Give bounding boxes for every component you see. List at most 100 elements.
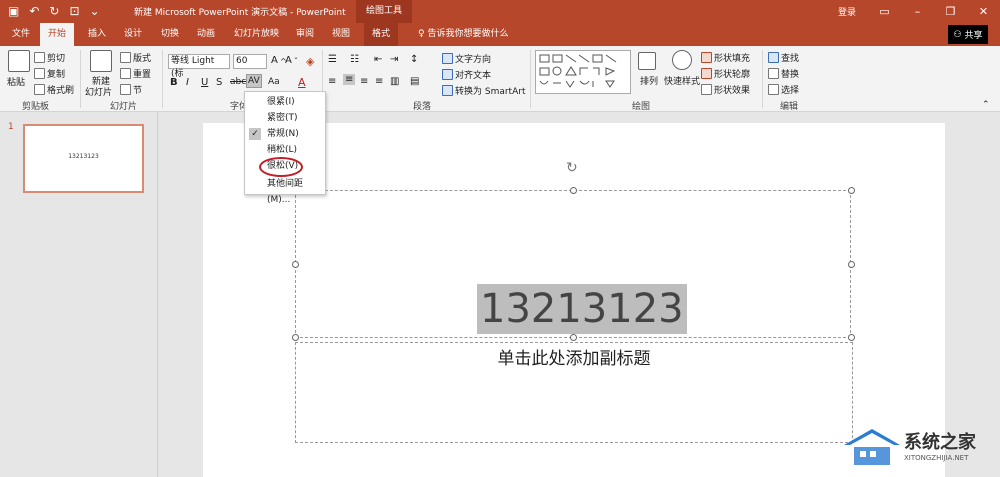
align-text-icon xyxy=(442,69,453,80)
align-center-icon[interactable]: ≡ xyxy=(343,74,356,85)
section-icon xyxy=(120,84,131,95)
slide-title-text[interactable]: 13213123 xyxy=(477,284,687,334)
underline-icon[interactable]: U xyxy=(201,77,208,88)
italic-icon[interactable]: I xyxy=(186,77,189,88)
slide-number: 1 xyxy=(8,122,14,132)
pen-icon xyxy=(701,68,712,79)
format-painter-button[interactable]: 格式刷 xyxy=(34,83,74,96)
restore-icon[interactable]: ❐ xyxy=(934,0,967,23)
tab-file[interactable]: 文件 xyxy=(4,23,38,46)
section-button[interactable]: 节 xyxy=(120,83,142,96)
text-direction-button[interactable]: 文字方向 xyxy=(442,52,491,65)
tab-review[interactable]: 审阅 xyxy=(288,23,322,46)
justify-icon[interactable]: ≡ xyxy=(375,76,383,87)
resize-handle[interactable] xyxy=(848,187,855,194)
quick-styles-button[interactable]: 快速样式 xyxy=(664,74,700,87)
tab-design[interactable]: 设计 xyxy=(116,23,150,46)
window-title: 新建 Microsoft PowerPoint 演示文稿 - PowerPoin… xyxy=(134,8,346,18)
align-right-icon[interactable]: ≡ xyxy=(360,76,368,87)
shrink-font-icon[interactable]: Aˇ xyxy=(285,55,298,66)
tab-format[interactable]: 格式 xyxy=(364,23,399,46)
resize-handle[interactable] xyxy=(570,334,577,341)
font-name-combo[interactable]: 等线 Light (标 xyxy=(168,54,230,79)
tab-transitions[interactable]: 切换 xyxy=(153,23,187,46)
tab-insert[interactable]: 插入 xyxy=(80,23,114,46)
replace-button[interactable]: 替换 xyxy=(768,67,799,80)
bullets-icon[interactable]: ☰ xyxy=(328,54,337,65)
change-case-icon[interactable]: Aa xyxy=(268,77,280,87)
reset-button[interactable]: 重置 xyxy=(120,67,151,80)
new-slide-icon[interactable] xyxy=(90,50,112,72)
collapse-ribbon-icon[interactable]: ⌃ xyxy=(982,100,990,110)
cursor-icon xyxy=(768,84,779,95)
columns-icon[interactable]: ▤ xyxy=(410,76,419,87)
resize-handle[interactable] xyxy=(292,334,299,341)
shape-effects-button[interactable]: 形状效果 xyxy=(701,83,750,96)
distributed-icon[interactable]: ▥ xyxy=(390,76,399,87)
resize-handle[interactable] xyxy=(848,261,855,268)
shapes-gallery[interactable] xyxy=(535,50,631,94)
align-text-button[interactable]: 对齐文本 xyxy=(442,68,491,81)
select-button[interactable]: 选择 xyxy=(768,83,799,96)
rotate-handle-icon[interactable]: ↻ xyxy=(566,160,578,176)
spacing-very-tight[interactable]: 很紧(I) xyxy=(245,94,325,110)
strikethrough-icon[interactable]: abc xyxy=(230,77,246,87)
group-separator xyxy=(80,50,81,108)
redo-icon[interactable]: ↻ xyxy=(49,4,59,18)
arrange-button[interactable]: 排列 xyxy=(640,74,658,87)
shape-fill-button[interactable]: 形状填充 xyxy=(701,51,750,64)
tab-home[interactable]: 开始 xyxy=(40,23,75,46)
replace-icon xyxy=(768,68,779,79)
close-icon[interactable]: ✕ xyxy=(967,0,1000,23)
save-icon[interactable]: ▣ xyxy=(8,4,19,18)
slides-group-label: 幻灯片 xyxy=(110,102,138,112)
share-button[interactable]: ⚇ 共享 xyxy=(948,25,988,44)
slide-thumbnail[interactable]: 13213123 xyxy=(23,124,144,193)
customize-qat-icon[interactable]: ⌄ xyxy=(90,4,100,18)
bold-icon[interactable]: B xyxy=(170,77,178,88)
clear-format-icon[interactable]: ◈ xyxy=(306,55,314,68)
arrange-icon[interactable] xyxy=(638,52,656,70)
increase-indent-icon[interactable]: ⇥ xyxy=(390,54,398,65)
new-slide-label-2[interactable]: 幻灯片 xyxy=(85,85,112,98)
tab-view[interactable]: 视图 xyxy=(324,23,358,46)
spacing-tight[interactable]: 紧密(T) xyxy=(245,110,325,126)
spacing-loose[interactable]: 稍松(L) xyxy=(245,142,325,158)
font-color-icon[interactable]: A xyxy=(298,76,306,89)
house-logo-icon xyxy=(844,429,900,465)
layout-button[interactable]: 版式 xyxy=(120,51,151,64)
tell-me-box[interactable]: ♀ 告诉我你想要做什么 xyxy=(410,23,516,46)
decrease-indent-icon[interactable]: ⇤ xyxy=(374,54,382,65)
shape-outline-label: 形状轮廓 xyxy=(714,70,751,80)
shadow-icon[interactable]: S xyxy=(216,77,222,88)
ribbon-display-icon[interactable]: ▭ xyxy=(868,0,901,23)
presentation-icon[interactable]: ⊡ xyxy=(69,4,79,18)
spacing-normal[interactable]: ✓ 常规(N) xyxy=(245,126,325,142)
cut-button[interactable]: 剪切 xyxy=(34,51,65,64)
copy-button[interactable]: 复制 xyxy=(34,67,65,80)
slide-subtitle-text[interactable]: 单击此处添加副标题 xyxy=(295,344,853,369)
signin-link[interactable]: 登录 xyxy=(838,5,856,18)
undo-icon[interactable]: ↶ xyxy=(29,4,39,18)
resize-handle[interactable] xyxy=(848,334,855,341)
group-separator xyxy=(162,50,163,108)
line-spacing-icon[interactable]: ↕ xyxy=(410,54,418,65)
drawing-group-label: 绘图 xyxy=(632,102,651,112)
resize-handle[interactable] xyxy=(292,261,299,268)
find-button[interactable]: 查找 xyxy=(768,51,799,64)
shape-outline-button[interactable]: 形状轮廓 xyxy=(701,67,750,80)
tab-animations[interactable]: 动画 xyxy=(189,23,223,46)
numbering-icon[interactable]: ☷ xyxy=(350,54,359,65)
convert-smartart-button[interactable]: 转换为 SmartArt xyxy=(442,84,525,97)
resize-handle[interactable] xyxy=(570,187,577,194)
minimize-icon[interactable]: – xyxy=(901,0,934,23)
paste-icon[interactable] xyxy=(8,50,30,72)
character-spacing-icon[interactable]: AV xyxy=(246,74,262,88)
paste-button[interactable]: 粘贴 xyxy=(7,75,25,88)
tab-slideshow[interactable]: 幻灯片放映 xyxy=(226,23,287,46)
align-left-icon[interactable]: ≡ xyxy=(328,76,336,87)
spacing-more-options[interactable]: 其他间距(M)... xyxy=(245,176,325,205)
font-size-combo[interactable]: 60 xyxy=(233,54,267,69)
brush-icon xyxy=(34,84,45,95)
quick-styles-icon[interactable] xyxy=(672,50,692,70)
